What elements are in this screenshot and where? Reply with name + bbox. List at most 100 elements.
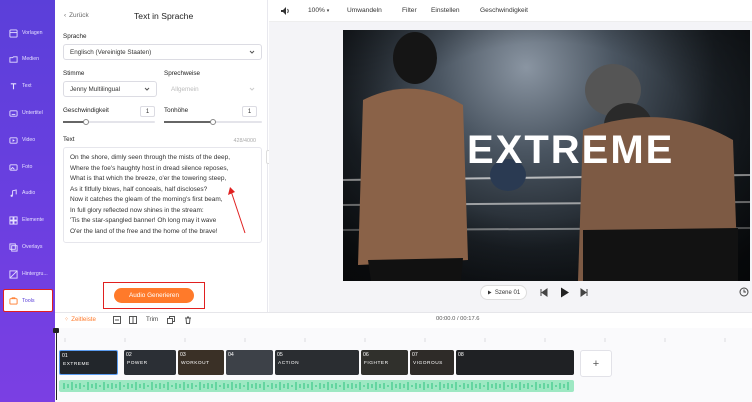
language-label: Sprache [63, 33, 87, 40]
clip-title: WORKOUT [181, 361, 210, 366]
nav-item-tools[interactable]: Tools [3, 289, 53, 312]
text-to-speech-panel: ‹ Zurück Text in Sprache Sprache Englisc… [55, 0, 268, 316]
clip-06[interactable]: 06 FIGHTER [361, 350, 408, 375]
overlay-icon [9, 242, 18, 252]
playhead-handle[interactable] [53, 328, 59, 333]
clip-07[interactable]: 07 VIGOROUS [410, 350, 454, 375]
nav-label: Foto [22, 164, 33, 170]
chevron-down-icon [249, 87, 255, 91]
clip-03[interactable]: 03 WORKOUT [178, 350, 224, 375]
clip-number: 03 [180, 352, 186, 358]
clip-04[interactable]: 04 [226, 350, 273, 375]
timeline-ruler [64, 338, 726, 342]
nav-item-background[interactable]: Hintergru... [0, 261, 55, 287]
nav-item-overlays[interactable]: Overlays [0, 234, 55, 260]
volume-icon[interactable] [280, 6, 290, 16]
music-icon [10, 188, 17, 197]
clock-icon[interactable] [739, 287, 749, 297]
media-folder-icon [9, 55, 18, 63]
delete-icon[interactable] [184, 316, 192, 324]
adjust-button[interactable]: Einstellen [431, 7, 460, 14]
add-scene-button[interactable]: + [580, 350, 612, 377]
nav-label: Overlays [22, 244, 43, 250]
audio-track[interactable] [59, 380, 574, 392]
scene-selector[interactable]: Szene 01 [480, 285, 527, 300]
nav-label: Audio [22, 190, 36, 196]
subtitle-icon [9, 109, 18, 117]
timeline-icon: ⁘ [64, 316, 70, 323]
photo-icon [9, 163, 18, 171]
toolbox-icon [9, 297, 18, 305]
text-icon [10, 82, 17, 89]
nav-label: Tools [22, 297, 35, 304]
convert-button[interactable]: Umwandeln [347, 7, 382, 14]
nav-item-elements[interactable]: Elemente [0, 207, 55, 233]
chevron-down-icon [249, 50, 255, 54]
timeline-mode-toggle[interactable]: ⁘ Zeitleiste [64, 316, 96, 323]
chevron-left-icon: ‹ [64, 12, 67, 19]
nav-item-video[interactable]: Video [0, 127, 55, 153]
pitch-label: Tonhöhe [164, 107, 189, 114]
nav-item-media[interactable]: Medien [0, 46, 55, 72]
timeline-mode-label: Zeitleiste [71, 316, 96, 323]
app-root: Vorlagen Medien Text Untertitel Video Fo… [0, 0, 752, 402]
pitch-input[interactable]: 1 [242, 106, 257, 117]
clip-number: 01 [62, 353, 68, 359]
speed-button[interactable]: Geschwindigkeit [480, 7, 528, 14]
time-display: 00:00.0 / 00:17.6 [436, 316, 480, 322]
nav-item-audio[interactable]: Audio [0, 180, 55, 206]
plus-icon: + [592, 357, 600, 370]
play-icon[interactable] [560, 287, 570, 298]
nav-label: Vorlagen [22, 30, 43, 36]
next-icon[interactable] [580, 288, 589, 297]
nav-label: Elemente [22, 217, 44, 223]
nav-item-text[interactable]: Text [0, 73, 55, 99]
trim-button[interactable]: Trim [146, 316, 158, 323]
panel-title: Text in Sprache [134, 11, 194, 21]
left-nav: Vorlagen Medien Text Untertitel Video Fo… [0, 0, 55, 402]
nav-label: Medien [22, 56, 40, 62]
scene-label: Szene 01 [494, 289, 521, 296]
play-small-icon [487, 290, 492, 295]
clip-number: 06 [363, 352, 369, 358]
nav-item-templates[interactable]: Vorlagen [0, 20, 55, 46]
elements-icon [9, 215, 18, 225]
chevron-down-icon [144, 87, 150, 91]
speed-label: Geschwindigkeit [63, 107, 109, 114]
duplicate-icon[interactable] [167, 316, 175, 324]
clip-title: FIGHTER [364, 361, 389, 366]
style-label: Sprechweise [164, 70, 201, 77]
back-button[interactable]: ‹ Zurück [64, 12, 89, 19]
split-icon[interactable] [129, 316, 137, 324]
pitch-slider[interactable] [164, 119, 262, 125]
nav-label: Text [22, 83, 32, 89]
previous-icon[interactable] [539, 288, 548, 297]
template-icon [9, 28, 18, 38]
generate-highlight-box: Audio Generieren [103, 282, 205, 309]
add-frame-icon[interactable] [113, 316, 121, 324]
clip-05[interactable]: 05 ACTION [275, 350, 359, 375]
nav-label: Hintergru... [22, 271, 48, 277]
playhead[interactable] [56, 330, 57, 400]
video-title-overlay[interactable]: EXTREME [467, 128, 674, 173]
clip-number: 07 [412, 352, 418, 358]
voice-select[interactable]: Jenny Multilingual [63, 81, 157, 97]
style-select[interactable]: Allgemein [164, 81, 262, 97]
speed-input[interactable]: 1 [140, 106, 155, 117]
back-label: Zurück [69, 12, 89, 19]
red-arrow-annotation [228, 187, 246, 234]
pitch-slider-handle[interactable] [210, 119, 216, 125]
zoom-select[interactable]: 100% ▾ [308, 7, 329, 14]
clip-01[interactable]: 01 EXTREME [59, 350, 118, 375]
clip-title: ACTION [278, 361, 300, 366]
generate-audio-button[interactable]: Audio Generieren [114, 288, 194, 303]
voice-value: Jenny Multilingual [70, 85, 121, 93]
language-select[interactable]: Englisch (Vereinigte Staaten) [63, 44, 262, 60]
nav-item-subtitles[interactable]: Untertitel [0, 100, 55, 126]
speed-slider-handle[interactable] [83, 119, 89, 125]
nav-item-photo[interactable]: Foto [0, 154, 55, 180]
filter-button[interactable]: Filter [402, 7, 417, 14]
speed-slider[interactable] [63, 119, 155, 125]
clip-02[interactable]: 02 POWER [124, 350, 176, 375]
clip-08[interactable]: 08 [456, 350, 574, 375]
